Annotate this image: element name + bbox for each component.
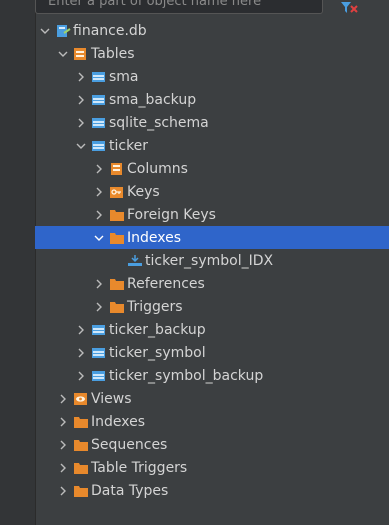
tree-node-indexes-selected[interactable]: Indexes — [35, 226, 389, 249]
tree-label: Data Types — [91, 482, 169, 499]
tree-node-table[interactable]: sma_backup — [35, 88, 389, 111]
tree-label: sqlite_schema — [109, 114, 209, 131]
tree-label: ticker — [109, 137, 149, 154]
left-gutter — [0, 0, 36, 525]
table-icon — [91, 116, 107, 130]
tree-node-sequences[interactable]: Sequences — [35, 433, 389, 456]
tree-label: Indexes — [127, 229, 182, 246]
tree-node-index[interactable]: ticker_symbol_IDX — [35, 249, 389, 272]
chevron-right-icon[interactable] — [75, 94, 87, 106]
tree-node-columns[interactable]: Columns — [35, 157, 389, 180]
tree-label: sma — [109, 68, 139, 85]
tree-label: ticker_symbol_backup — [109, 367, 264, 384]
tree-label: sma_backup — [109, 91, 197, 108]
views-icon — [73, 392, 89, 406]
chevron-right-icon[interactable] — [93, 186, 105, 198]
tree-node-table[interactable]: sma — [35, 65, 389, 88]
tree-node-table[interactable]: ticker_symbol_backup — [35, 364, 389, 387]
tree-node-indexes[interactable]: Indexes — [35, 410, 389, 433]
chevron-down-icon[interactable] — [57, 48, 69, 60]
tree-label: References — [127, 275, 205, 292]
tree-node-table-triggers[interactable]: Table Triggers — [35, 456, 389, 479]
tree-label: Columns — [127, 160, 188, 177]
tree-label: Foreign Keys — [127, 206, 216, 223]
chevron-right-icon[interactable] — [57, 485, 69, 497]
chevron-right-icon[interactable] — [93, 163, 105, 175]
chevron-right-icon[interactable] — [75, 347, 87, 359]
tree-node-references[interactable]: References — [35, 272, 389, 295]
table-icon — [91, 70, 107, 84]
tree-node-table[interactable]: ticker_backup — [35, 318, 389, 341]
search-input[interactable]: Enter a part of object name here — [35, 0, 323, 14]
table-icon — [91, 139, 107, 153]
tree-label: finance.db — [73, 22, 147, 39]
folder-icon — [109, 277, 125, 291]
chevron-right-icon[interactable] — [57, 393, 69, 405]
table-icon — [91, 323, 107, 337]
tree-label: Triggers — [127, 298, 183, 315]
index-icon — [127, 254, 143, 268]
tree-label: Views — [91, 390, 132, 407]
chevron-down-icon[interactable] — [39, 25, 51, 37]
chevron-down-icon[interactable] — [93, 232, 105, 244]
tree-node-table[interactable]: sqlite_schema — [35, 111, 389, 134]
tree-node-views[interactable]: Views — [35, 387, 389, 410]
chevron-right-icon[interactable] — [75, 324, 87, 336]
folder-icon — [109, 208, 125, 222]
folder-icon — [73, 484, 89, 498]
tree-node-triggers[interactable]: Triggers — [35, 295, 389, 318]
tree-label: Table Triggers — [91, 459, 188, 476]
tree-node-keys[interactable]: Keys — [35, 180, 389, 203]
columns-icon — [109, 162, 125, 176]
chevron-right-icon[interactable] — [93, 301, 105, 313]
tree-label: Keys — [127, 183, 160, 200]
keys-folder-icon — [109, 185, 125, 199]
chevron-right-icon[interactable] — [93, 209, 105, 221]
tree-label: ticker_backup — [109, 321, 206, 338]
chevron-right-icon[interactable] — [75, 117, 87, 129]
table-icon — [91, 369, 107, 383]
tree-node-database[interactable]: finance.db — [35, 19, 389, 42]
folder-icon — [73, 461, 89, 475]
folder-icon — [73, 415, 89, 429]
table-icon — [91, 93, 107, 107]
tree-node-data-types[interactable]: Data Types — [35, 479, 389, 502]
tree-label: Tables — [91, 45, 135, 62]
tree-node-tables[interactable]: Tables — [35, 42, 389, 65]
chevron-right-icon[interactable] — [93, 278, 105, 290]
folder-icon — [109, 300, 125, 314]
filter-icon[interactable] — [339, 0, 359, 14]
tree-label: ticker_symbol — [109, 344, 206, 361]
tree-node-table[interactable]: ticker_symbol — [35, 341, 389, 364]
tree-label: Indexes — [91, 413, 146, 430]
tree-label: Sequences — [91, 436, 168, 453]
table-icon — [91, 346, 107, 360]
chevron-right-icon[interactable] — [57, 462, 69, 474]
chevron-right-icon[interactable] — [75, 71, 87, 83]
tables-folder-icon — [73, 47, 89, 61]
chevron-right-icon[interactable] — [75, 370, 87, 382]
chevron-down-icon[interactable] — [75, 140, 87, 152]
tree-label: ticker_symbol_IDX — [145, 252, 274, 269]
chevron-right-icon[interactable] — [57, 439, 69, 451]
chevron-right-icon[interactable] — [57, 416, 69, 428]
tree-node-table-ticker[interactable]: ticker — [35, 134, 389, 157]
tree-node-foreign-keys[interactable]: Foreign Keys — [35, 203, 389, 226]
folder-icon — [109, 231, 125, 245]
database-navigator-tree: finance.db Tables sma sma_backup sqlite_… — [35, 19, 389, 502]
folder-icon — [73, 438, 89, 452]
database-icon — [55, 24, 71, 38]
